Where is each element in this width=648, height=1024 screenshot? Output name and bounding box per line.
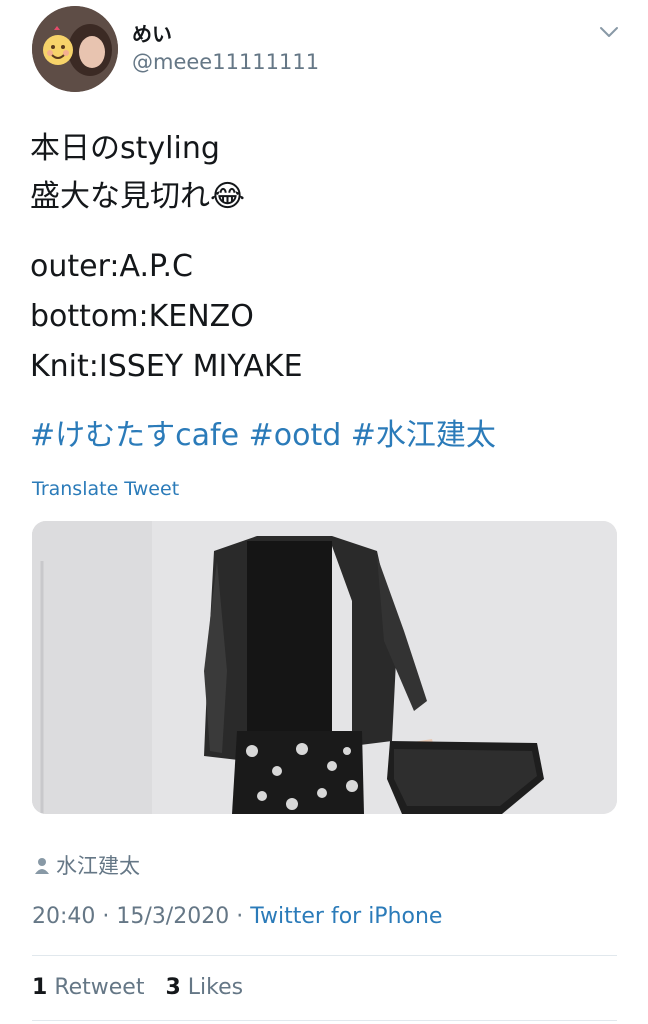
tweet-line: bottom:KENZO	[30, 299, 254, 334]
translate-tweet-link[interactable]: Translate Tweet	[32, 478, 179, 500]
meta-separator: ·	[236, 904, 244, 929]
avatar[interactable]	[32, 6, 118, 92]
likes-label: Likes	[187, 975, 244, 1000]
location-label: 水江建太	[56, 854, 140, 878]
retweets-label: Retweet	[54, 975, 145, 1000]
tweet-time[interactable]: 20:40	[32, 904, 95, 929]
likes-count: 3	[165, 975, 181, 1000]
hashtag-link[interactable]: #ootd	[249, 418, 342, 453]
tweet-media[interactable]	[32, 521, 617, 814]
hashtag-list: #けむたすcafe #ootd #水江建太	[30, 410, 496, 454]
media-photo	[32, 521, 617, 814]
tweet-date[interactable]: 15/3/2020	[116, 904, 229, 929]
avatar-photo	[32, 6, 118, 92]
divider	[32, 955, 617, 956]
handle[interactable]: @meee11111111	[132, 50, 319, 74]
tweet-line: 盛大な見切れ😂	[30, 179, 246, 214]
tweet-line: 本日のstyling	[30, 131, 220, 166]
tweet-line: Knit:ISSEY MIYAKE	[30, 349, 303, 384]
tweet-meta: 20:40 · 15/3/2020 · Twitter for iPhone	[32, 904, 442, 929]
hashtag-link[interactable]: #けむたすcafe	[30, 418, 239, 453]
chevron-down-icon[interactable]	[598, 24, 620, 40]
divider	[32, 1020, 617, 1021]
retweets-count: 1	[32, 975, 48, 1000]
retweets-stat[interactable]: 1 Retweet	[32, 975, 144, 1000]
tweet-source-link[interactable]: Twitter for iPhone	[250, 904, 442, 929]
display-name[interactable]: めい	[132, 18, 172, 47]
hashtag-link[interactable]: #水江建太	[351, 418, 496, 453]
tweet-stats: 1 Retweet 3 Likes	[32, 975, 243, 1000]
location-tag[interactable]: 水江建太	[34, 850, 140, 880]
meta-separator: ·	[102, 904, 110, 929]
person-icon	[35, 858, 49, 874]
tweet-line: outer:A.P.C	[30, 249, 193, 284]
likes-stat[interactable]: 3 Likes	[165, 975, 243, 1000]
